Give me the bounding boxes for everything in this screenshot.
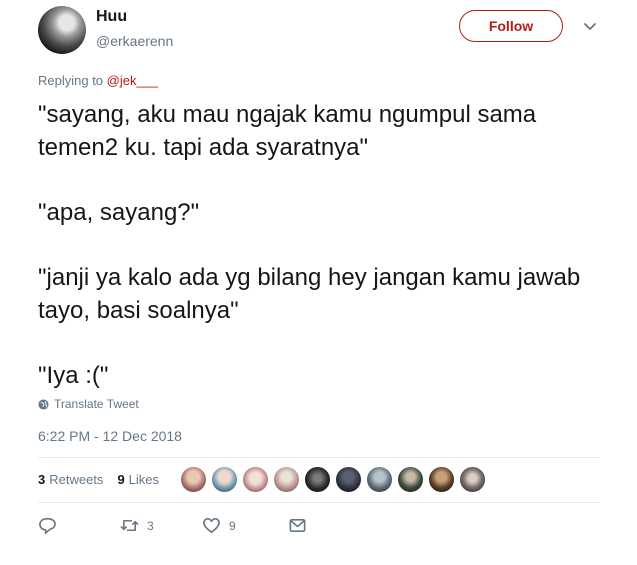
- tweet-timestamp[interactable]: 6:22 PM - 12 Dec 2018: [38, 428, 182, 444]
- follow-button[interactable]: Follow: [459, 10, 563, 42]
- liker-avatar[interactable]: [304, 466, 331, 493]
- retweet-icon: [120, 519, 139, 532]
- tweet-line: "janji ya kalo ada yg bilang hey jangan …: [38, 264, 587, 324]
- retweets-label: Retweets: [49, 472, 104, 487]
- reply-prefix: Replying to: [38, 73, 107, 88]
- reply-icon: [39, 518, 56, 534]
- liker-avatars: [180, 466, 486, 493]
- liker-avatar[interactable]: [366, 466, 393, 493]
- author-handle[interactable]: @erkaerenn: [96, 33, 173, 49]
- liker-avatar[interactable]: [242, 466, 269, 493]
- direct-message-button[interactable]: [288, 516, 307, 535]
- like-button[interactable]: 9: [202, 516, 288, 535]
- tweet-line: "Iya :(": [38, 362, 109, 389]
- heart-icon: [203, 518, 220, 533]
- likes-count: 9: [117, 472, 125, 487]
- liker-avatar[interactable]: [459, 466, 486, 493]
- liker-avatar[interactable]: [180, 466, 207, 493]
- reply-context: Replying to @jek___: [38, 73, 158, 88]
- divider: [38, 457, 600, 458]
- liker-avatar[interactable]: [211, 466, 238, 493]
- liker-avatar[interactable]: [335, 466, 362, 493]
- likes-stat[interactable]: 9 Likes: [117, 472, 159, 487]
- divider: [38, 502, 600, 503]
- message-icon: [289, 518, 306, 533]
- translate-label[interactable]: Translate Tweet: [54, 397, 139, 411]
- likes-label: Likes: [128, 472, 160, 487]
- tweet-line: "apa, sayang?": [38, 199, 200, 226]
- globe-icon: [38, 398, 49, 410]
- retweets-stat[interactable]: 3 Retweets: [38, 472, 103, 487]
- like-count: 9: [229, 518, 236, 533]
- translate-tweet-link[interactable]: Translate Tweet: [38, 397, 139, 411]
- liker-avatar[interactable]: [273, 466, 300, 493]
- chevron-down-icon[interactable]: [583, 20, 597, 34]
- reply-button[interactable]: [38, 516, 120, 535]
- liker-avatar[interactable]: [397, 466, 424, 493]
- tweet-actions: 3 9: [38, 516, 307, 535]
- tweet-stats: 3 Retweets 9 Likes: [38, 472, 159, 487]
- tweet-line: "sayang, aku mau ngajak kamu ngumpul sam…: [38, 101, 543, 161]
- retweets-count: 3: [38, 472, 46, 487]
- tweet-text: "sayang, aku mau ngajak kamu ngumpul sam…: [38, 98, 608, 392]
- reply-mention-link[interactable]: @jek___: [107, 73, 159, 88]
- author-avatar[interactable]: [38, 6, 86, 54]
- author-name[interactable]: Huu: [96, 8, 127, 26]
- retweet-button[interactable]: 3: [120, 516, 202, 535]
- retweet-count: 3: [147, 518, 154, 533]
- liker-avatar[interactable]: [428, 466, 455, 493]
